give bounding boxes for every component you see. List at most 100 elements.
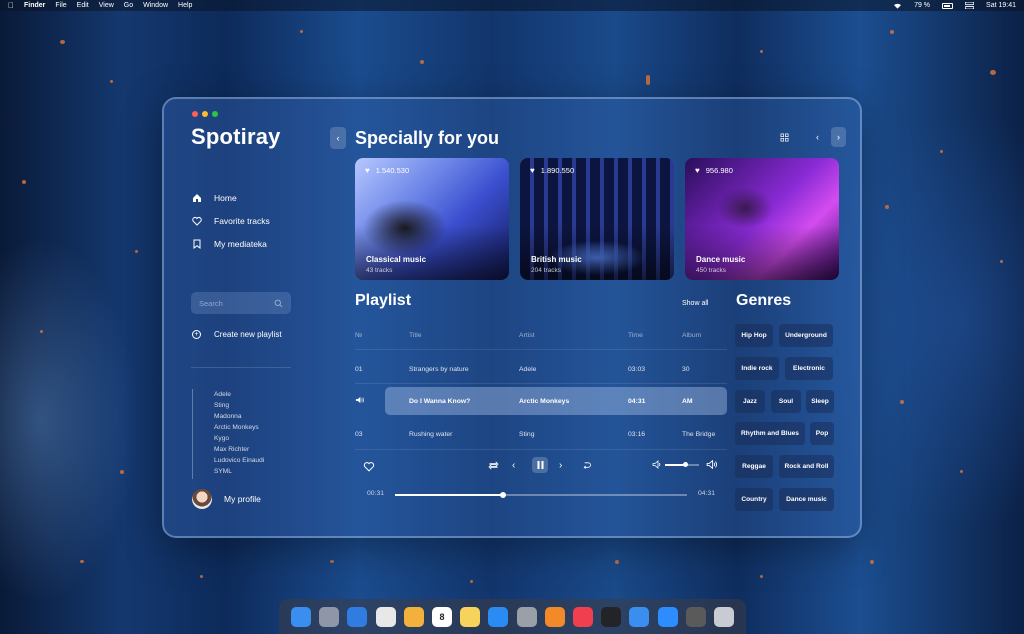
table-divider [355, 349, 727, 350]
music-icon[interactable] [572, 606, 593, 627]
artist-item[interactable]: SYML [214, 466, 264, 477]
chrome-icon[interactable] [375, 606, 396, 627]
column-album: Album [682, 331, 702, 339]
progress-knob[interactable] [500, 492, 507, 498]
heart-icon[interactable]: ♥ [530, 166, 535, 175]
menu-help[interactable]: Help [178, 2, 192, 9]
genre-tag[interactable]: Jazz [735, 390, 765, 413]
genre-tag[interactable]: Hip Hop [735, 324, 773, 347]
artist-item[interactable]: Ludovico Einaudi [214, 455, 264, 466]
battery-icon[interactable] [942, 2, 954, 9]
menu-view[interactable]: View [99, 2, 114, 9]
genres-title: Genres [736, 292, 792, 309]
genre-tag[interactable]: Rhythm and Blues [735, 422, 805, 445]
tv-icon[interactable] [601, 606, 622, 627]
control-center-icon[interactable] [965, 2, 975, 9]
card-dance-music[interactable]: ♥ 956.980 Dance music 450 tracks [685, 158, 839, 280]
volume-slider[interactable] [665, 462, 699, 467]
menu-edit[interactable]: Edit [77, 2, 89, 9]
genre-tag[interactable]: Sleep [806, 390, 834, 413]
menu-window[interactable]: Window [143, 2, 168, 9]
sidebar-item-home[interactable]: Home [192, 193, 332, 203]
genre-tag[interactable]: Reggae [735, 455, 773, 478]
genre-tag[interactable]: Dance music [779, 488, 834, 511]
trash-icon[interactable] [713, 606, 734, 627]
heart-icon[interactable]: ♥ [365, 166, 370, 175]
menu-file[interactable]: File [55, 2, 66, 9]
repeat-button[interactable] [488, 461, 499, 470]
genre-tag[interactable]: Pop [810, 422, 834, 445]
safari-icon[interactable] [347, 606, 368, 627]
heart-outline-icon [363, 462, 375, 472]
table-row[interactable]: 03 Rushing water Sting 03:16 The Bridge [355, 421, 727, 447]
genre-tag[interactable]: Electronic [785, 357, 833, 380]
carousel-prev-button[interactable]: ‹ [810, 127, 825, 147]
artist-item[interactable]: Max Richter [214, 444, 264, 455]
like-track-button[interactable] [363, 461, 375, 472]
table-divider [355, 383, 727, 384]
volume-high-icon[interactable] [706, 460, 717, 469]
zoom-icon[interactable] [657, 606, 678, 627]
launchpad-icon[interactable] [319, 606, 340, 627]
total-duration: 04:31 [698, 490, 716, 497]
genre-tag[interactable]: Indie rock [735, 357, 779, 380]
artist-item[interactable]: Madonna [214, 411, 264, 422]
notes-icon[interactable] [460, 606, 481, 627]
my-profile-link[interactable]: My profile [192, 489, 261, 509]
genre-tag[interactable]: Underground [779, 324, 833, 347]
artist-item[interactable]: Arctic Monkeys [214, 422, 264, 433]
volume-knob[interactable] [683, 462, 689, 467]
table-row-active[interactable]: Do I Wanna Know? Arctic Monkeys 04:31 AM [355, 387, 727, 415]
artist-item[interactable]: Sting [214, 400, 264, 411]
card-likes-count: 1.540.530 [375, 166, 410, 175]
table-row[interactable]: 01 Strangers by nature Adele 03:03 30 [355, 356, 727, 382]
recorder-icon[interactable] [685, 606, 706, 627]
minimize-window-button[interactable] [202, 111, 208, 117]
finder-icon[interactable] [291, 606, 312, 627]
track-album: The Bridge [682, 430, 716, 438]
settings-icon[interactable] [516, 606, 537, 627]
genre-tag[interactable]: Country [735, 488, 773, 511]
photos-icon[interactable] [403, 606, 424, 627]
track-artist: Sting [519, 430, 535, 438]
card-british-music[interactable]: ♥ 1.890.550 British music 204 tracks [520, 158, 674, 280]
search-icon[interactable] [274, 299, 283, 308]
carousel-next-button[interactable]: › [831, 127, 846, 147]
mail-icon[interactable] [629, 606, 650, 627]
appstore-icon[interactable] [488, 606, 509, 627]
volume-low-icon[interactable] [652, 460, 662, 469]
search-field[interactable]: Search [191, 292, 291, 314]
artist-item[interactable]: Kygo [214, 433, 264, 444]
zoom-window-button[interactable] [212, 111, 218, 117]
menu-go[interactable]: Go [124, 2, 133, 9]
card-subtitle: 204 tracks [531, 267, 561, 274]
track-number: 01 [355, 365, 363, 373]
progress-bar[interactable] [395, 492, 687, 498]
next-track-button[interactable]: › [559, 460, 562, 471]
sidebar-item-label: Home [214, 193, 237, 203]
wifi-icon[interactable] [893, 2, 902, 9]
close-window-button[interactable] [192, 111, 198, 117]
back-button[interactable]: ‹ [330, 127, 346, 149]
menu-finder[interactable]: Finder [24, 2, 45, 9]
calendar-icon[interactable]: 8 [432, 606, 453, 627]
pause-button[interactable] [532, 457, 548, 473]
spotiray-window: Spotiray Home Favorite tracks My mediate… [162, 97, 862, 538]
create-playlist-button[interactable]: + Create new playlist [192, 330, 282, 339]
show-all-link[interactable]: Show all [682, 300, 708, 307]
menubar-clock[interactable]: Sat 19:41 [986, 2, 1016, 9]
genre-tag[interactable]: Rock and Roll [779, 455, 834, 478]
apple-menu-icon[interactable]:  [8, 1, 14, 10]
previous-track-button[interactable]: ‹ [512, 460, 515, 471]
card-classical-music[interactable]: ♥ 1.540.530 Classical music 43 tracks [355, 158, 509, 280]
shuffle-button[interactable] [581, 461, 592, 470]
books-icon[interactable] [544, 606, 565, 627]
genre-tag[interactable]: Soul [771, 390, 801, 413]
sidebar-item-favorite-tracks[interactable]: Favorite tracks [192, 216, 332, 226]
heart-icon[interactable]: ♥ [695, 166, 700, 175]
menu-bar:  Finder File Edit View Go Window Help 7… [0, 0, 1024, 11]
artist-item[interactable]: Adele [214, 389, 264, 400]
home-icon [193, 194, 201, 202]
grid-view-button[interactable] [777, 127, 792, 147]
sidebar-item-my-mediateka[interactable]: My mediateka [192, 239, 332, 249]
